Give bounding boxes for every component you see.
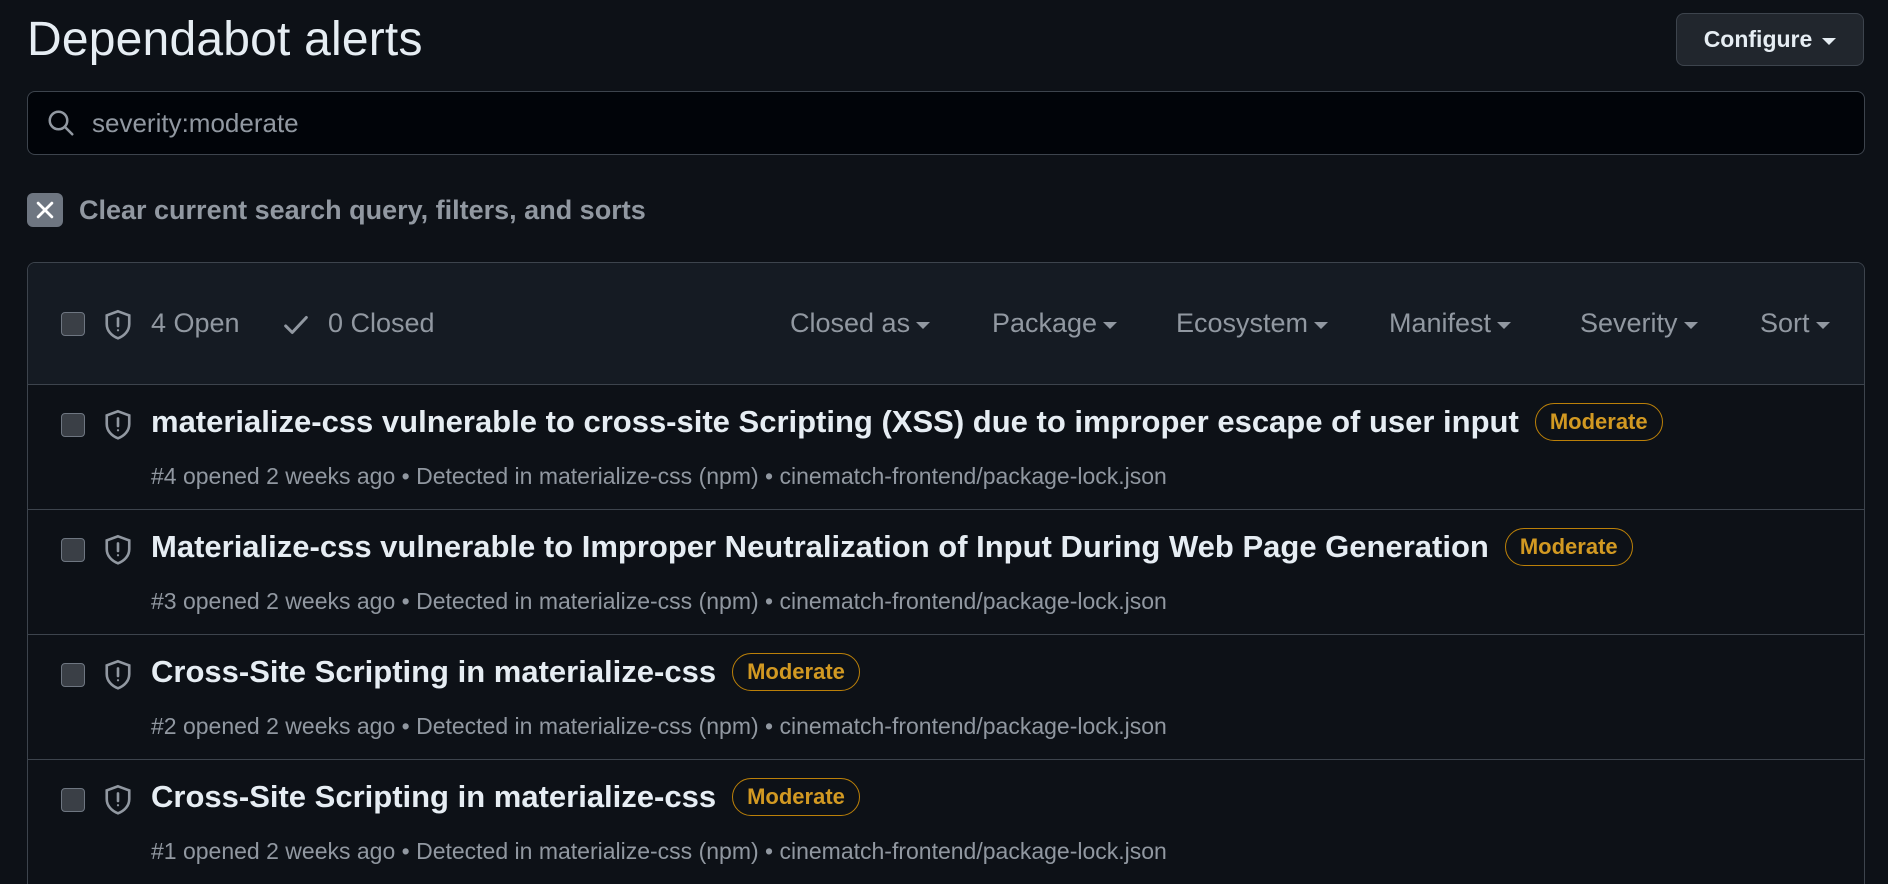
alert-title-link[interactable]: Cross-Site Scripting in materialize-css [151, 654, 716, 690]
closed-alerts-tab[interactable]: 0 Closed [328, 308, 435, 339]
check-icon [281, 310, 311, 345]
filter-label: Sort [1760, 308, 1810, 338]
alert-title-line: Cross-Site Scripting in materialize-css … [151, 778, 860, 816]
shield-icon [103, 309, 133, 346]
caret-down-icon [1683, 321, 1698, 329]
filter-sort[interactable]: Sort [1760, 308, 1830, 339]
filter-manifest[interactable]: Manifest [1389, 308, 1512, 339]
caret-down-icon [1815, 321, 1830, 329]
severity-badge: Moderate [732, 653, 860, 691]
alerts-list: 4 Open 0 Closed Closed as Package Ecosys… [27, 262, 1865, 884]
alert-row: materialize-css vulnerable to cross-site… [28, 385, 1864, 510]
filter-label: Closed as [790, 308, 911, 338]
alert-meta: #3 opened 2 weeks ago • Detected in mate… [151, 588, 1167, 614]
filter-label: Manifest [1389, 308, 1492, 338]
alert-checkbox[interactable] [61, 663, 85, 687]
filter-severity[interactable]: Severity [1580, 308, 1698, 339]
caret-down-icon [1103, 321, 1118, 329]
alert-row: Cross-Site Scripting in materialize-css … [28, 635, 1864, 760]
alert-title-line: materialize-css vulnerable to cross-site… [151, 403, 1663, 441]
page-title: Dependabot alerts [27, 13, 423, 66]
alert-checkbox[interactable] [61, 538, 85, 562]
filter-closed-as[interactable]: Closed as [790, 308, 931, 339]
caret-down-icon [1822, 37, 1837, 45]
select-all-checkbox[interactable] [61, 312, 85, 336]
alert-title-line: Materialize-css vulnerable to Improper N… [151, 528, 1633, 566]
dependabot-alerts-page: Dependabot alerts Configure Clear curren… [0, 0, 1888, 884]
x-icon[interactable] [27, 193, 63, 227]
alert-title-link[interactable]: Materialize-css vulnerable to Improper N… [151, 529, 1489, 565]
alert-meta: #1 opened 2 weeks ago • Detected in mate… [151, 838, 1167, 864]
alert-meta: #4 opened 2 weeks ago • Detected in mate… [151, 463, 1167, 489]
severity-badge: Moderate [1504, 528, 1633, 566]
severity-badge: Moderate [1534, 403, 1663, 441]
filter-label: Severity [1580, 308, 1678, 338]
configure-label: Configure [1703, 26, 1813, 52]
open-alerts-tab[interactable]: 4 Open [151, 308, 240, 339]
clear-filters-button[interactable]: Clear current search query, filters, and… [27, 193, 646, 227]
search-bar[interactable] [27, 91, 1865, 155]
alert-row: Materialize-css vulnerable to Improper N… [28, 510, 1864, 635]
filter-label: Package [992, 308, 1098, 338]
alert-checkbox[interactable] [61, 413, 85, 437]
severity-badge: Moderate [732, 778, 860, 816]
shield-icon [103, 784, 133, 821]
filter-ecosystem[interactable]: Ecosystem [1176, 308, 1329, 339]
shield-icon [103, 659, 133, 696]
filter-package[interactable]: Package [992, 308, 1118, 339]
shield-icon [103, 534, 133, 571]
clear-filters-label: Clear current search query, filters, and… [79, 194, 646, 225]
shield-icon [103, 409, 133, 446]
alert-title-line: Cross-Site Scripting in materialize-css … [151, 653, 860, 691]
caret-down-icon [1314, 321, 1329, 329]
alert-meta: #2 opened 2 weeks ago • Detected in mate… [151, 713, 1167, 739]
caret-down-icon [1497, 321, 1512, 329]
filter-label: Ecosystem [1176, 308, 1309, 338]
caret-down-icon [916, 321, 931, 329]
search-icon [44, 106, 78, 140]
alerts-list-header: 4 Open 0 Closed Closed as Package Ecosys… [28, 263, 1864, 385]
alert-checkbox[interactable] [61, 788, 85, 812]
search-input[interactable] [90, 106, 1794, 140]
alert-title-link[interactable]: Cross-Site Scripting in materialize-css [151, 779, 716, 815]
alert-title-link[interactable]: materialize-css vulnerable to cross-site… [151, 404, 1519, 440]
configure-button[interactable]: Configure [1676, 13, 1864, 66]
alert-row: Cross-Site Scripting in materialize-css … [28, 760, 1864, 884]
